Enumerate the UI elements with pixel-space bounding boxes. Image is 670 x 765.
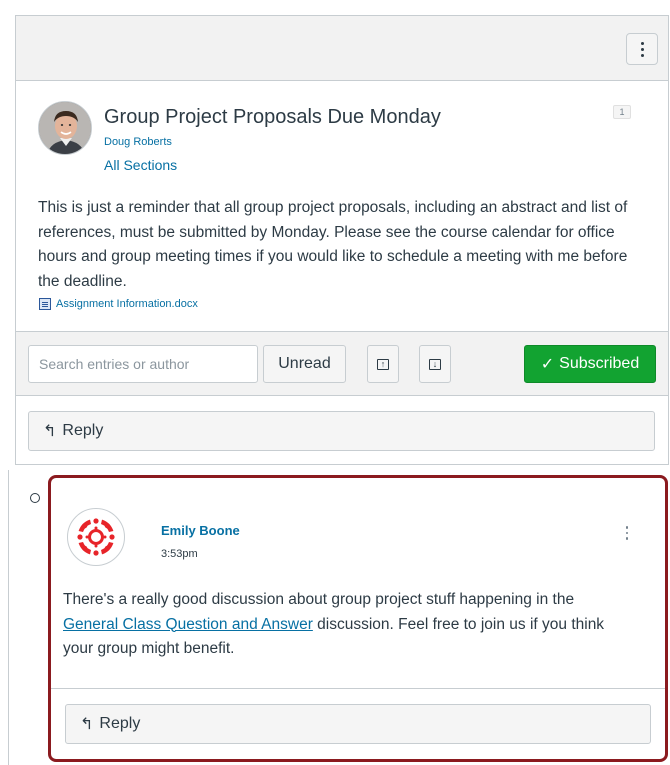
- entry-divider: [51, 688, 665, 689]
- subscribed-label: Subscribed: [559, 355, 640, 372]
- checkmark-icon: ✓: [540, 356, 555, 373]
- kebab-dot: [625, 531, 629, 535]
- topic-sections-link[interactable]: All Sections: [104, 157, 177, 173]
- reply-label: Reply: [62, 422, 104, 439]
- reply-arrow-icon: ↰: [80, 716, 94, 733]
- discussion-topic-card: Group Project Proposals Due Monday Doug …: [15, 15, 669, 465]
- expand-all-icon: ↑: [377, 358, 389, 370]
- kebab-dot: [625, 537, 629, 540]
- entry-message-body: There's a really good discussion about g…: [63, 588, 633, 662]
- entry-author-avatar[interactable]: [67, 508, 125, 566]
- collapse-all-button[interactable]: ↓: [419, 345, 451, 383]
- attachment-link[interactable]: Assignment Information.docx: [39, 298, 198, 310]
- kebab-dot: [640, 53, 644, 57]
- author-avatar[interactable]: [38, 101, 92, 155]
- kebab-dot: [640, 41, 644, 45]
- general-qa-discussion-link[interactable]: General Class Question and Answer: [63, 616, 313, 633]
- thread-rule: [8, 470, 9, 765]
- topic-header-bar: [16, 16, 668, 81]
- unread-filter-button[interactable]: Unread: [263, 345, 346, 383]
- search-entries-input[interactable]: [28, 345, 258, 383]
- kebab-dot: [625, 526, 629, 529]
- topic-message-body: This is just a reminder that all group p…: [38, 199, 628, 290]
- expand-all-button[interactable]: ↑: [367, 345, 399, 383]
- entry-body-text: There's a really good discussion about g…: [63, 591, 575, 608]
- attachment-filename: Assignment Information.docx: [56, 298, 198, 310]
- topic-reply-button[interactable]: ↰ Reply: [28, 411, 655, 451]
- entry-reply-button[interactable]: ↰ Reply: [65, 704, 651, 744]
- entry-author-name[interactable]: Emily Boone: [161, 523, 240, 538]
- canvas-logo-icon: [77, 518, 115, 556]
- discussion-page: Group Project Proposals Due Monday Doug …: [0, 0, 670, 765]
- topic-title: Group Project Proposals Due Monday: [104, 106, 441, 128]
- discussion-entry: Emily Boone 3:53pm There's a really good…: [48, 475, 668, 762]
- entry-timestamp: 3:53pm: [161, 548, 198, 560]
- reply-label: Reply: [99, 715, 141, 732]
- author-avatar-photo-icon: [39, 102, 91, 154]
- discussion-toolbar: Unread ↑ ↓ ✓ Subscribed: [16, 331, 668, 396]
- entry-options-button[interactable]: [622, 522, 632, 544]
- collapse-all-icon: ↓: [429, 358, 441, 370]
- topic-options-button[interactable]: [626, 33, 658, 65]
- unread-indicator-icon[interactable]: [30, 493, 40, 503]
- topic-author-link[interactable]: Doug Roberts: [104, 136, 172, 148]
- subscribed-button[interactable]: ✓ Subscribed: [524, 345, 656, 383]
- reply-arrow-icon: ↰: [43, 423, 57, 440]
- unread-count-badge: 1: [613, 105, 631, 119]
- word-document-icon: [39, 298, 51, 310]
- kebab-dot: [640, 47, 644, 51]
